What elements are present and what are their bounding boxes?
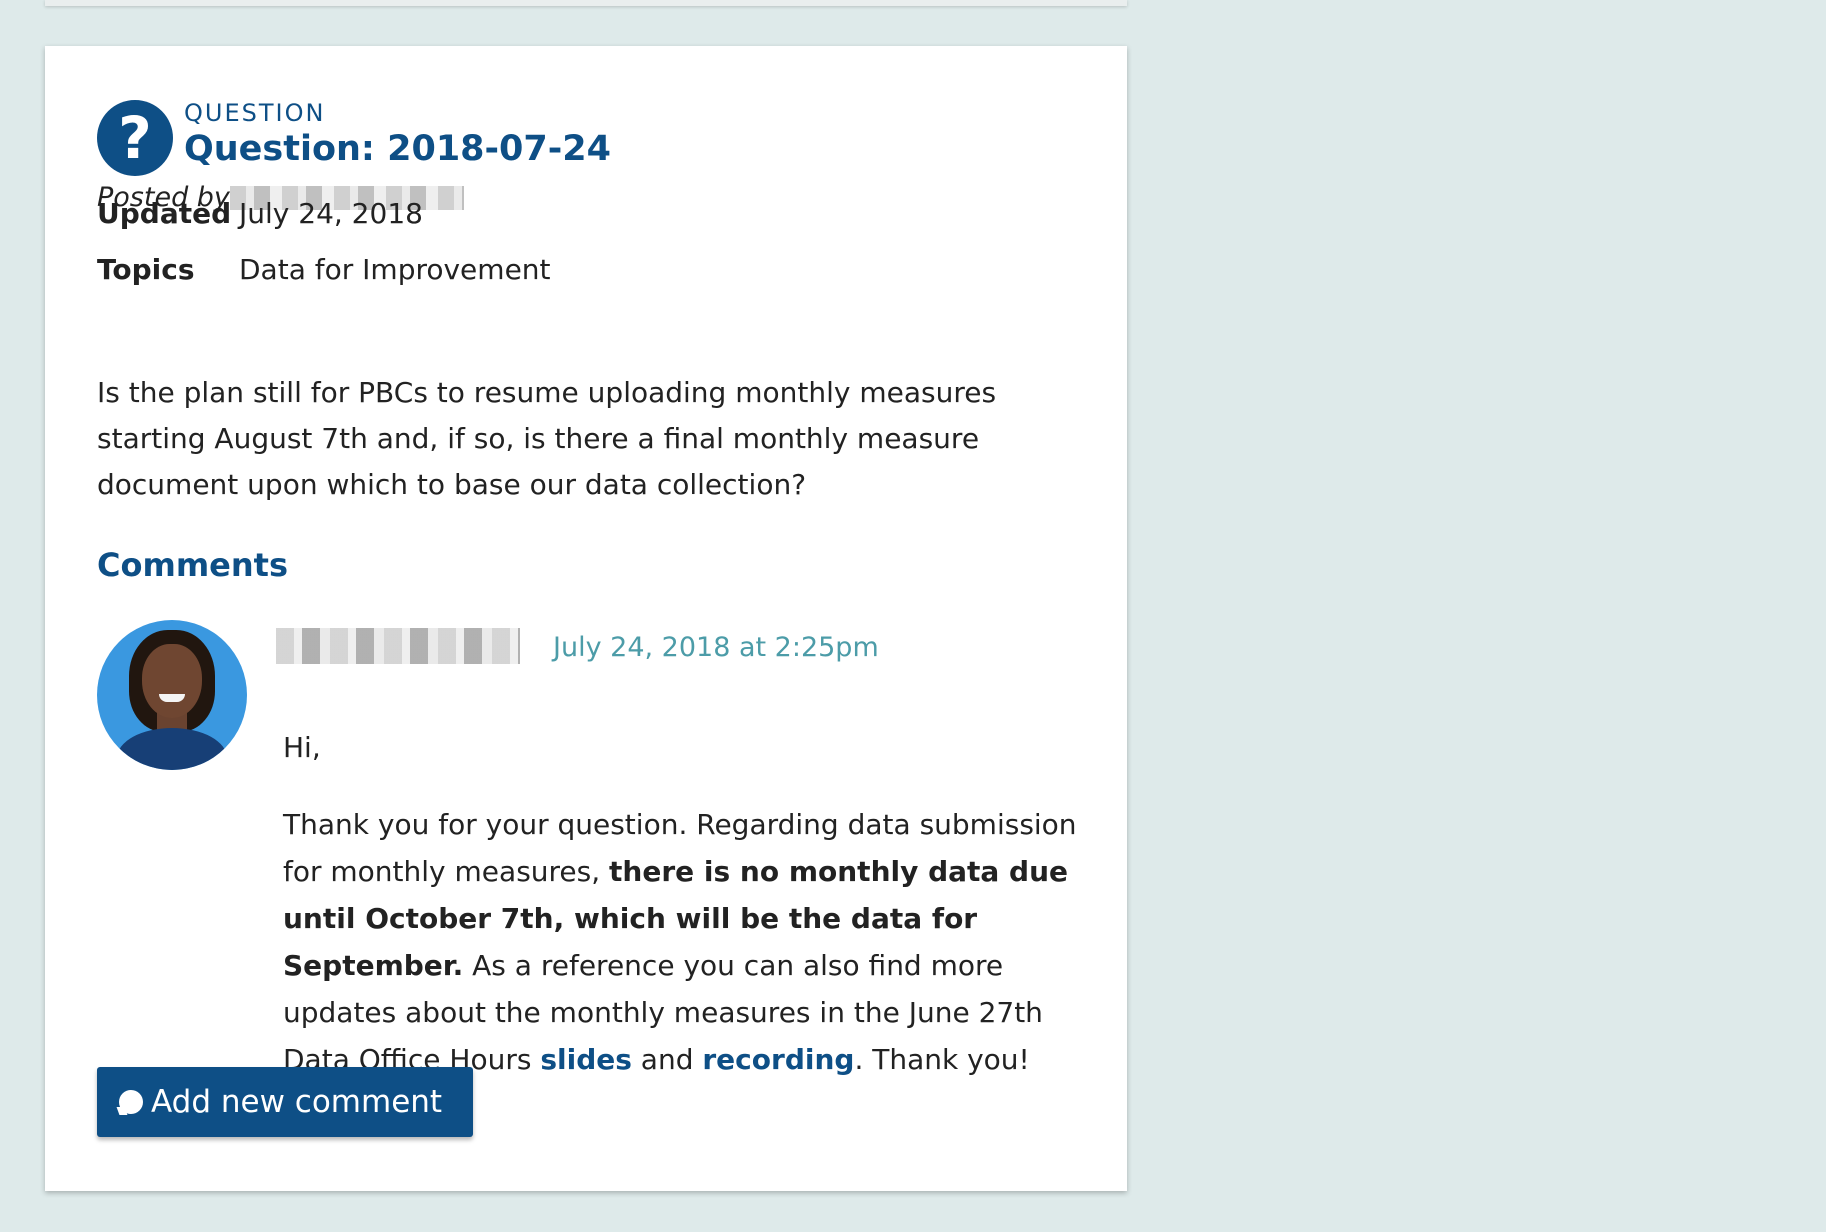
topics-row: Topics Data for Improvement: [97, 250, 551, 290]
add-comment-button[interactable]: Add new comment: [97, 1067, 473, 1137]
comments-heading: Comments: [97, 546, 288, 584]
page-title: Question: 2018-07-24: [184, 129, 611, 169]
redacted-commenter-name: [276, 628, 520, 664]
comment-closing: . Thank you!: [854, 1043, 1030, 1076]
avatar-smile: [159, 694, 185, 702]
question-body: Is the plan still for PBCs to resume upl…: [97, 376, 997, 501]
comment-body: Hi, Thank you for your question. Regardi…: [283, 724, 1097, 1113]
add-comment-label: Add new comment: [151, 1084, 443, 1120]
comment-link-joiner: and: [631, 1043, 703, 1076]
topics-value: Data for Improvement: [239, 253, 551, 286]
avatar-face: [142, 644, 202, 718]
recording-link[interactable]: recording: [702, 1043, 854, 1076]
question-card: ? QUESTION Question: 2018-07-24 Posted b…: [45, 46, 1127, 1191]
question-eyebrow: QUESTION: [184, 99, 326, 127]
avatar: [97, 620, 247, 770]
updated-value: July 24, 2018: [239, 197, 423, 230]
comment-timestamp: July 24, 2018 at 2:25pm: [553, 632, 879, 663]
chat-bubble-icon: [119, 1090, 143, 1114]
comment-greeting: Hi,: [283, 731, 321, 764]
comment-paragraph: Thank you for your question. Regarding d…: [283, 801, 1097, 1083]
slides-link[interactable]: slides: [540, 1043, 632, 1076]
updated-label: Updated: [97, 197, 232, 230]
updated-row: Updated July 24, 2018: [97, 194, 423, 234]
avatar-shirt: [117, 728, 227, 770]
topics-label: Topics: [97, 253, 195, 286]
question-icon: ?: [97, 100, 173, 176]
previous-card-edge: [45, 0, 1127, 6]
